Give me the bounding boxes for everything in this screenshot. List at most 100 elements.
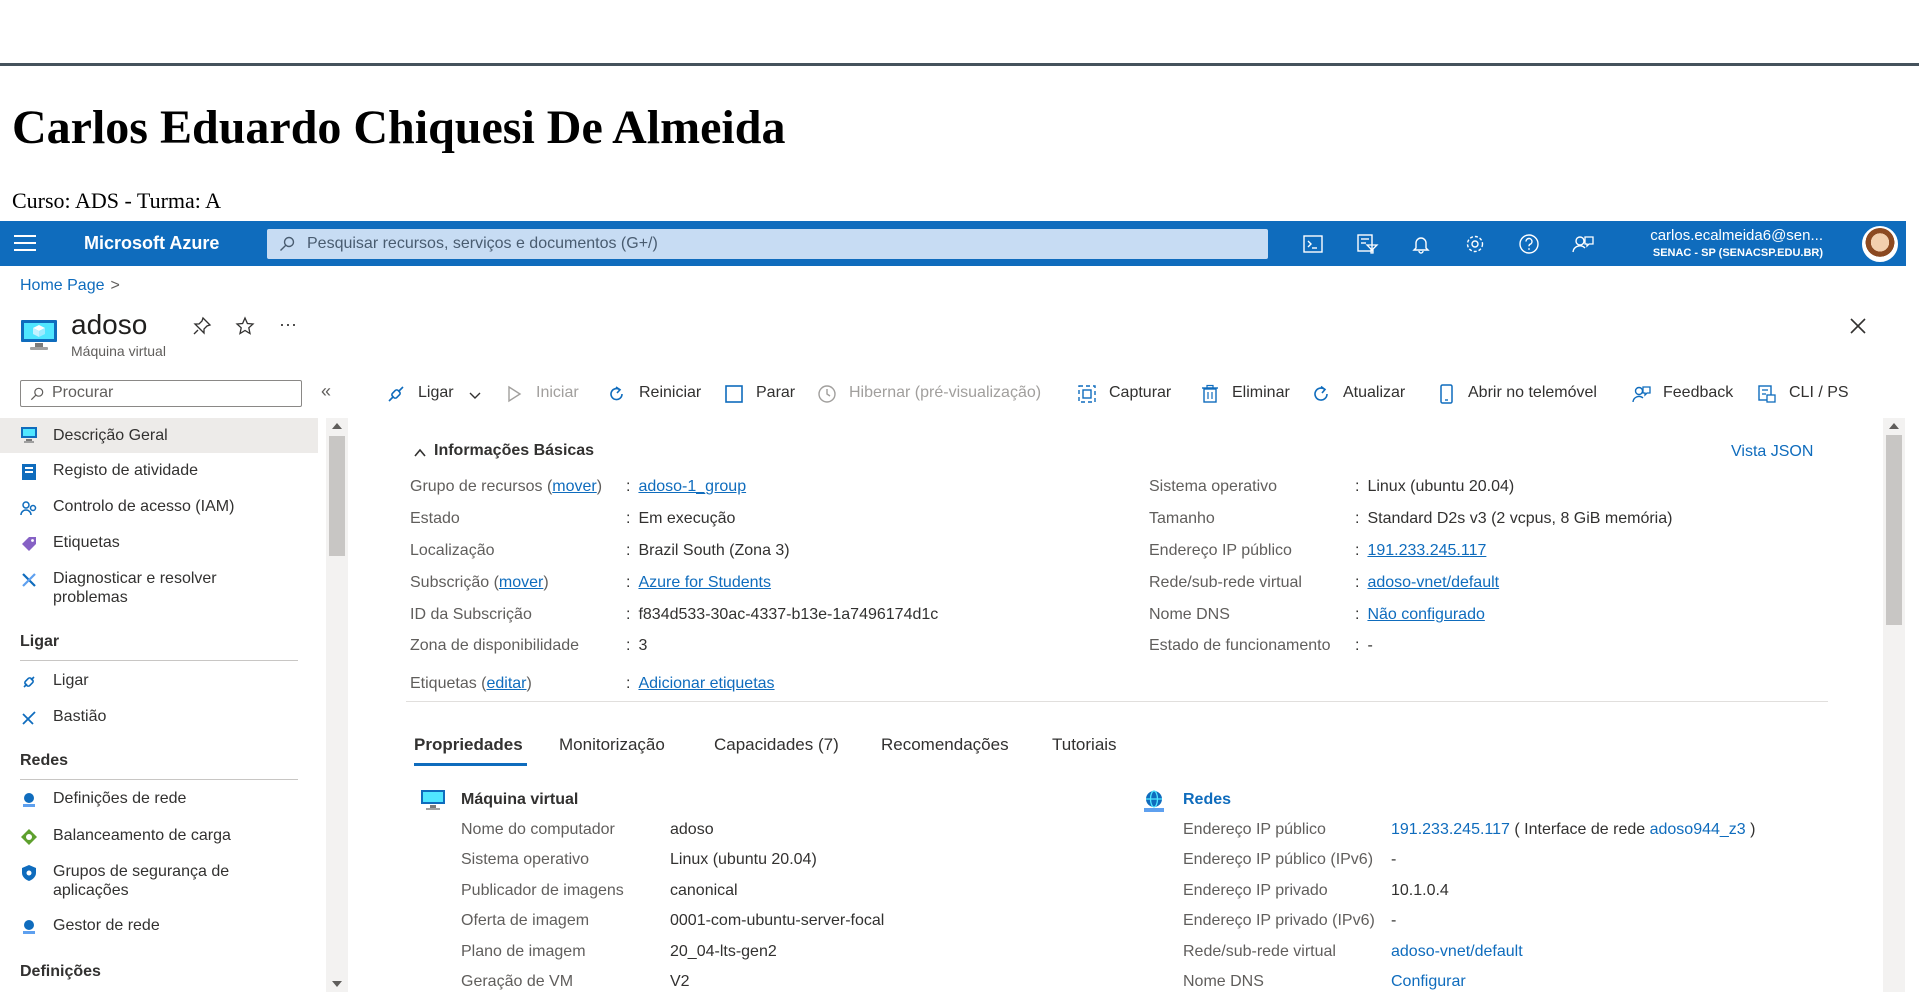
os-value: Linux (ubuntu 20.04) — [1367, 478, 1515, 495]
feedback-icon[interactable] — [1570, 231, 1596, 257]
property-key: Sistema operativo — [461, 851, 590, 868]
subscription-link[interactable]: Azure for Students — [638, 574, 771, 591]
move-link[interactable]: mover — [552, 478, 596, 495]
load-balancer-icon — [21, 829, 37, 845]
vnet-link[interactable]: adoso-vnet/default — [1391, 943, 1523, 960]
account-org[interactable]: SENAC - SP (SENACSP.EDU.BR) — [1653, 247, 1823, 259]
nav-item-access-control[interactable]: Controlo de acesso (IAM) — [0, 497, 318, 519]
active-tab-indicator — [414, 763, 527, 766]
scrollbar-thumb[interactable] — [329, 436, 345, 556]
more-options-icon[interactable]: ··· — [279, 314, 297, 335]
nav-item-load-balancing[interactable]: Balanceamento de carga — [0, 826, 318, 848]
menu-icon[interactable] — [14, 235, 36, 252]
nav-item-label: Grupos de segurança de — [53, 863, 230, 880]
top-divider — [0, 63, 1919, 66]
nav-scrollbar[interactable] — [326, 418, 348, 992]
account-name[interactable]: carlos.ecalmeida6@sen... — [1650, 227, 1823, 244]
nav-item-label: Controlo de acesso (IAM) — [53, 498, 235, 515]
essentials-header[interactable]: Informações Básicas — [434, 442, 594, 460]
breadcrumb: Home Page > — [20, 277, 120, 295]
hibernate-button[interactable]: Hibernar (pré-visualização) — [817, 380, 1057, 410]
essentials-value: : Não configurado — [1355, 606, 1485, 624]
edit-tags-link[interactable]: editar — [486, 675, 526, 692]
close-icon[interactable] — [1848, 316, 1868, 336]
capture-button[interactable]: Capturar — [1077, 380, 1187, 410]
delete-button[interactable]: Eliminar — [1200, 380, 1300, 410]
nav-search-input[interactable]: Procurar — [20, 380, 302, 407]
settings-icon[interactable] — [1462, 231, 1488, 257]
connect-label: Ligar — [418, 384, 454, 401]
nav-item-app-security-groups[interactable]: Grupos de segurança de aplicações — [0, 862, 318, 902]
nav-item-tags[interactable]: Etiquetas — [0, 533, 318, 555]
nic-link[interactable]: adoso944_z3 — [1650, 821, 1746, 838]
directory-filter-icon[interactable] — [1354, 231, 1380, 257]
command-bar: Ligar Iniciar Reiniciar Parar Hibernar (… — [386, 380, 1886, 410]
stop-icon — [725, 385, 743, 403]
scrollbar-thumb[interactable] — [1886, 435, 1902, 625]
tab-properties[interactable]: Propriedades — [414, 735, 523, 755]
property-key: Geração de VM — [461, 973, 574, 990]
feedback-button[interactable]: Feedback — [1631, 380, 1741, 410]
stop-label: Parar — [756, 384, 796, 401]
move-link[interactable]: mover — [499, 574, 543, 591]
nav-item-overview[interactable]: Descrição Geral — [0, 418, 318, 453]
cli-ps-button[interactable]: CLI / PS — [1757, 380, 1857, 410]
tab-monitoring[interactable]: Monitorização — [559, 735, 665, 755]
tab-tutorials[interactable]: Tutoriais — [1052, 735, 1117, 755]
open-mobile-label: Abrir no telemóvel — [1468, 384, 1597, 401]
essentials-key: Localização — [410, 542, 495, 559]
start-label: Iniciar — [536, 384, 579, 401]
configure-dns-link[interactable]: Configurar — [1391, 973, 1466, 990]
restart-button[interactable]: Reiniciar — [607, 380, 707, 410]
refresh-button[interactable]: Atualizar — [1311, 380, 1421, 410]
chevron-up-icon[interactable] — [413, 446, 427, 460]
cloud-shell-icon[interactable] — [1300, 231, 1326, 257]
scroll-down-icon[interactable] — [332, 981, 342, 987]
global-search-input[interactable]: Pesquisar recursos, serviços e documento… — [267, 229, 1268, 259]
add-tags-link[interactable]: Adicionar etiquetas — [638, 675, 774, 692]
start-button[interactable]: Iniciar — [504, 380, 584, 410]
star-icon[interactable] — [235, 316, 255, 336]
pin-icon[interactable] — [192, 316, 212, 336]
connect-button[interactable]: Ligar — [386, 380, 486, 410]
resource-group-link[interactable]: adoso-1_group — [638, 478, 746, 495]
virtual-machine-icon — [21, 320, 57, 350]
nav-item-bastion[interactable]: Bastião — [0, 707, 318, 729]
nav-item-network-manager[interactable]: Gestor de rede — [0, 916, 318, 938]
scroll-up-icon[interactable] — [1889, 423, 1899, 429]
collapse-nav-icon[interactable]: « — [321, 381, 331, 402]
property-value: adoso-vnet/default — [1391, 943, 1523, 961]
tab-recommendations[interactable]: Recomendações — [881, 735, 1009, 755]
property-value: V2 — [670, 973, 690, 990]
nav-item-connect[interactable]: Ligar — [0, 671, 318, 693]
vnet-link[interactable]: adoso-vnet/default — [1367, 574, 1499, 591]
open-mobile-button[interactable]: Abrir no telemóvel — [1436, 380, 1616, 410]
scroll-up-icon[interactable] — [332, 423, 342, 429]
nav-item-diagnose[interactable]: Diagnosticar e resolver problemas — [0, 569, 318, 609]
network-manager-icon — [23, 920, 35, 934]
nav-item-label: Ligar — [53, 672, 89, 689]
nav-item-activity-log[interactable]: Registo de atividade — [0, 461, 318, 483]
avatar[interactable] — [1862, 226, 1898, 262]
public-ip-link[interactable]: 191.233.245.117 — [1391, 821, 1510, 838]
dns-link[interactable]: Não configurado — [1367, 606, 1484, 623]
help-icon[interactable] — [1516, 231, 1542, 257]
breadcrumb-home-link[interactable]: Home Page — [20, 277, 105, 294]
connect-icon — [23, 676, 35, 688]
stop-button[interactable]: Parar — [724, 380, 804, 410]
azure-brand[interactable]: Microsoft Azure — [84, 233, 219, 254]
tab-capabilities[interactable]: Capacidades (7) — [714, 735, 839, 755]
json-view-link[interactable]: Vista JSON — [1731, 443, 1813, 461]
key-text: Etiquetas ( — [410, 675, 487, 692]
networking-section-link[interactable]: Redes — [1183, 791, 1231, 809]
nav-item-network-settings[interactable]: Definições de rede — [0, 789, 318, 811]
key-end: ) — [543, 574, 549, 591]
clock-icon — [818, 385, 836, 403]
notifications-icon[interactable] — [1408, 231, 1434, 257]
nav-section-connect: Ligar — [20, 633, 60, 650]
essentials-value: : Em execução — [626, 510, 735, 528]
public-ip-link[interactable]: 191.233.245.117 — [1367, 542, 1486, 559]
chevron-down-icon — [469, 392, 481, 399]
nav-item-label: Balanceamento de carga — [53, 827, 231, 844]
content-scrollbar[interactable] — [1883, 418, 1905, 992]
